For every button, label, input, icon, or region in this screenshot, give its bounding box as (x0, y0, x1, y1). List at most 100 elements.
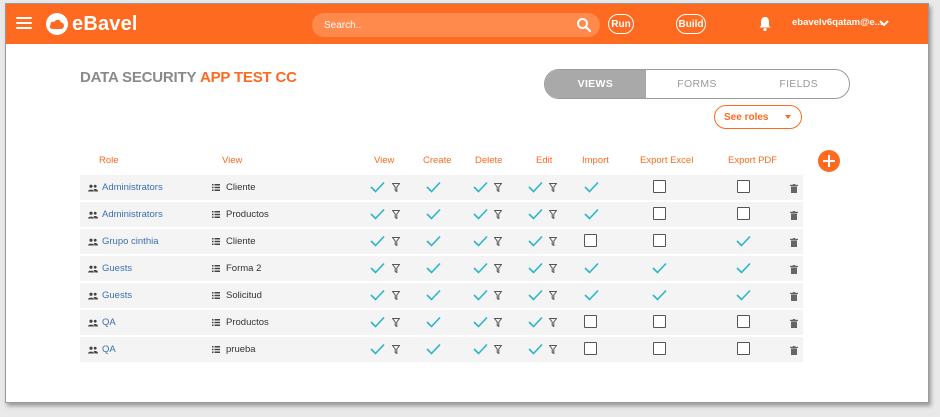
filter-icon[interactable] (494, 318, 502, 327)
tab-fields[interactable]: FIELDS (748, 70, 849, 98)
export-pdf-permission-checkbox[interactable] (737, 207, 750, 220)
filter-icon[interactable] (549, 237, 557, 246)
delete-permission-checked[interactable] (473, 262, 488, 274)
filter-icon[interactable] (549, 318, 557, 327)
edit-permission-checked[interactable] (528, 208, 543, 220)
export-excel-permission-checkbox[interactable] (653, 342, 666, 355)
logo[interactable]: eBavel (46, 11, 138, 37)
see-roles-dropdown[interactable]: See roles (714, 105, 802, 129)
filter-icon[interactable] (392, 237, 400, 246)
trash-icon[interactable] (790, 319, 798, 328)
role-link[interactable]: Administrators (102, 209, 163, 220)
create-permission-checked[interactable] (426, 262, 441, 274)
view-permission-checked[interactable] (370, 343, 385, 355)
create-permission-checked[interactable] (426, 181, 441, 193)
filter-icon[interactable] (392, 264, 400, 273)
export-pdf-permission-checked[interactable] (736, 235, 751, 247)
export-pdf-permission-checkbox[interactable] (737, 180, 750, 193)
filter-icon[interactable] (549, 291, 557, 300)
import-permission-checked[interactable] (584, 262, 599, 274)
filter-icon[interactable] (494, 345, 502, 354)
search-input[interactable] (324, 17, 564, 33)
view-permission-checked[interactable] (370, 316, 385, 328)
delete-permission-checked[interactable] (473, 316, 488, 328)
import-permission-checkbox[interactable] (584, 342, 597, 355)
trash-icon[interactable] (790, 238, 798, 247)
view-permission-checked[interactable] (370, 181, 385, 193)
delete-permission-checked[interactable] (473, 181, 488, 193)
view-permission-checked[interactable] (370, 262, 385, 274)
run-button[interactable]: Run (608, 14, 634, 34)
view-permission-checked[interactable] (370, 235, 385, 247)
chevron-down-icon[interactable] (878, 17, 890, 29)
filter-icon[interactable] (392, 291, 400, 300)
edit-permission-checked[interactable] (528, 235, 543, 247)
create-permission-checked[interactable] (426, 289, 441, 301)
edit-permission-checked[interactable] (528, 262, 543, 274)
role-link[interactable]: QA (102, 317, 116, 328)
build-button[interactable]: Build (676, 14, 706, 34)
trash-icon[interactable] (790, 211, 798, 220)
view-cell: Productos (212, 202, 269, 227)
add-permission-button[interactable] (818, 150, 840, 172)
role-link[interactable]: Guests (102, 290, 132, 301)
filter-icon[interactable] (392, 183, 400, 192)
bell-icon[interactable] (758, 16, 772, 32)
trash-icon[interactable] (790, 292, 798, 301)
edit-permission-checked[interactable] (528, 181, 543, 193)
search-icon[interactable] (576, 17, 592, 33)
edit-permission-checked[interactable] (528, 343, 543, 355)
filter-icon[interactable] (494, 210, 502, 219)
view-permission-checked[interactable] (370, 289, 385, 301)
filter-icon[interactable] (494, 264, 502, 273)
filter-icon[interactable] (549, 345, 557, 354)
export-pdf-permission-checkbox[interactable] (737, 315, 750, 328)
trash-icon[interactable] (790, 346, 798, 355)
delete-permission-checked[interactable] (473, 289, 488, 301)
export-excel-permission-checkbox[interactable] (653, 207, 666, 220)
delete-permission-checked[interactable] (473, 343, 488, 355)
create-permission-checked[interactable] (426, 343, 441, 355)
export-excel-permission-checkbox[interactable] (653, 180, 666, 193)
delete-permission-checked[interactable] (473, 208, 488, 220)
role-link[interactable]: Grupo cinthia (102, 236, 159, 247)
trash-icon[interactable] (790, 184, 798, 193)
edit-permission-checked[interactable] (528, 289, 543, 301)
import-permission-checked[interactable] (584, 208, 599, 220)
menu-icon[interactable] (16, 17, 32, 30)
import-permission-checked[interactable] (584, 181, 599, 193)
filter-icon[interactable] (392, 318, 400, 327)
export-excel-permission-checked[interactable] (652, 289, 667, 301)
edit-permission-checked[interactable] (528, 316, 543, 328)
filter-icon[interactable] (494, 183, 502, 192)
export-pdf-permission-checked[interactable] (736, 289, 751, 301)
filter-icon[interactable] (494, 291, 502, 300)
export-excel-permission-checkbox[interactable] (653, 234, 666, 247)
create-permission-checked[interactable] (426, 235, 441, 247)
filter-icon[interactable] (549, 210, 557, 219)
create-permission-checked[interactable] (426, 208, 441, 220)
filter-icon[interactable] (392, 345, 400, 354)
export-pdf-permission-checked[interactable] (736, 262, 751, 274)
user-name[interactable]: ebavelv6qatam@e... (792, 17, 883, 28)
trash-icon[interactable] (790, 265, 798, 274)
import-permission-checkbox[interactable] (584, 234, 597, 247)
filter-icon[interactable] (392, 210, 400, 219)
role-link[interactable]: Guests (102, 263, 132, 274)
create-permission-checked[interactable] (426, 316, 441, 328)
filter-icon[interactable] (494, 237, 502, 246)
delete-permission-checked[interactable] (473, 235, 488, 247)
tab-forms[interactable]: FORMS (646, 70, 749, 98)
filter-icon[interactable] (549, 264, 557, 273)
role-link[interactable]: Administrators (102, 182, 163, 193)
export-excel-permission-checkbox[interactable] (653, 315, 666, 328)
import-permission-checked[interactable] (584, 289, 599, 301)
filter-icon[interactable] (549, 183, 557, 192)
export-excel-permission-checked[interactable] (652, 262, 667, 274)
export-pdf-permission-checkbox[interactable] (737, 342, 750, 355)
tab-views[interactable]: VIEWS (545, 70, 646, 98)
import-permission-checkbox[interactable] (584, 315, 597, 328)
view-permission-checked[interactable] (370, 208, 385, 220)
role-link[interactable]: QA (102, 344, 116, 355)
role-cell: Administrators (88, 202, 163, 227)
